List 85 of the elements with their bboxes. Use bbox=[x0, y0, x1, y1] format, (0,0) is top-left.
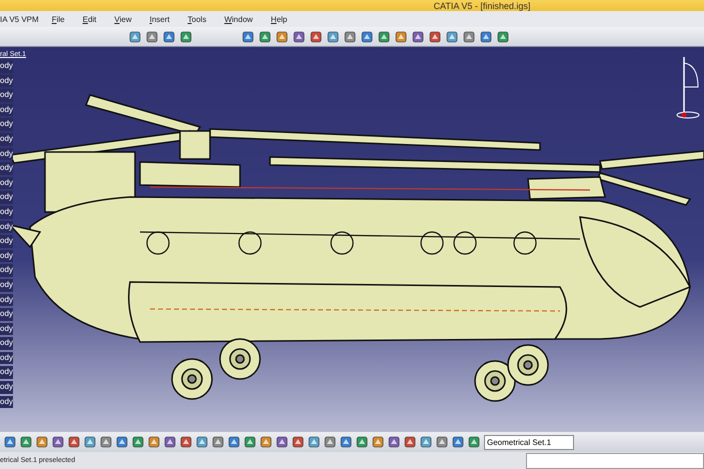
tool-icon[interactable] bbox=[480, 30, 492, 42]
tool-icon[interactable] bbox=[327, 30, 339, 42]
menu-item[interactable]: Help bbox=[262, 14, 296, 24]
tree-node[interactable]: ody bbox=[0, 294, 13, 306]
menu-item[interactable]: Insert bbox=[140, 14, 179, 24]
tree-node[interactable]: ody bbox=[0, 206, 13, 219]
menu-item[interactable]: Tools bbox=[178, 14, 216, 24]
tool-icon[interactable] bbox=[308, 436, 320, 448]
tool-icon[interactable] bbox=[148, 436, 160, 448]
tool-icon[interactable] bbox=[68, 436, 80, 448]
tree-node[interactable]: ody bbox=[0, 278, 13, 292]
tree-node[interactable]: ody bbox=[0, 381, 13, 394]
tree-node[interactable]: ody bbox=[0, 322, 13, 336]
tool-icon[interactable] bbox=[20, 436, 32, 448]
tree-node[interactable]: ody bbox=[0, 264, 13, 277]
tool-icon[interactable] bbox=[4, 436, 16, 448]
tool-icon[interactable] bbox=[260, 436, 272, 448]
tool-icon[interactable] bbox=[84, 436, 96, 448]
tool-icon[interactable] bbox=[163, 30, 175, 42]
tree-node[interactable]: ody bbox=[0, 74, 13, 88]
tree-node[interactable]: ody bbox=[0, 220, 13, 234]
tool-icon[interactable] bbox=[132, 436, 144, 448]
tool-icon[interactable] bbox=[404, 436, 416, 448]
tool-icon[interactable] bbox=[463, 30, 475, 42]
tool-icon[interactable] bbox=[378, 30, 390, 42]
tree-node[interactable]: ody bbox=[0, 352, 13, 364]
menu-item[interactable]: File bbox=[42, 14, 74, 24]
tool-icon[interactable] bbox=[36, 436, 48, 448]
tree-node[interactable]: ody bbox=[0, 162, 13, 175]
tool-icon[interactable] bbox=[146, 30, 158, 42]
window-title: CATIA V5 - [finished.igs] bbox=[432, 0, 530, 10]
tree-node[interactable]: ody bbox=[0, 60, 13, 73]
tool-icon[interactable] bbox=[228, 436, 240, 448]
tool-icon[interactable] bbox=[446, 30, 458, 42]
tool-icon[interactable] bbox=[293, 30, 305, 42]
tool-icon[interactable] bbox=[242, 30, 254, 42]
tool-icon[interactable] bbox=[52, 436, 64, 448]
tool-icon[interactable] bbox=[452, 436, 464, 448]
menu-item[interactable]: Edit bbox=[74, 14, 106, 24]
tree-node[interactable]: ody bbox=[0, 396, 13, 408]
tree-node[interactable]: ody bbox=[0, 148, 13, 160]
tool-icon[interactable] bbox=[395, 30, 407, 42]
tool-icon[interactable] bbox=[436, 436, 448, 448]
tool-icon[interactable] bbox=[497, 30, 509, 42]
tree-node[interactable]: ody bbox=[0, 366, 13, 380]
tool-icon[interactable] bbox=[340, 436, 352, 448]
tool-icon[interactable] bbox=[412, 30, 424, 42]
tool-icon[interactable] bbox=[310, 30, 322, 42]
tool-icon[interactable] bbox=[180, 30, 192, 42]
tool-icon[interactable] bbox=[100, 436, 112, 448]
tree-node[interactable]: ody bbox=[0, 250, 13, 262]
tree-node[interactable]: ody bbox=[0, 337, 13, 350]
tree-node[interactable]: ody bbox=[0, 176, 13, 190]
tool-icon[interactable] bbox=[361, 30, 373, 42]
app-label: IA V5 VPM bbox=[0, 14, 39, 24]
tool-icon[interactable] bbox=[129, 30, 141, 42]
tool-icon[interactable] bbox=[196, 436, 208, 448]
tool-icon[interactable] bbox=[324, 436, 336, 448]
tool-icon[interactable] bbox=[212, 436, 224, 448]
tool-icon[interactable] bbox=[468, 436, 480, 448]
tool-icon[interactable] bbox=[388, 436, 400, 448]
menu-item[interactable]: View bbox=[105, 14, 141, 24]
tool-icon[interactable] bbox=[116, 436, 128, 448]
tool-icon[interactable] bbox=[276, 30, 288, 42]
tree-node[interactable]: ody bbox=[0, 89, 13, 102]
tree-node[interactable]: ody bbox=[0, 118, 13, 131]
tree-node[interactable]: ody bbox=[0, 104, 13, 116]
tool-icon[interactable] bbox=[276, 436, 288, 448]
tool-icon[interactable] bbox=[344, 30, 356, 42]
tool-icon[interactable] bbox=[164, 436, 176, 448]
tree-node[interactable]: ody bbox=[0, 132, 13, 146]
tool-icon[interactable] bbox=[372, 436, 384, 448]
tool-icon[interactable] bbox=[244, 436, 256, 448]
command-field[interactable] bbox=[526, 452, 704, 468]
tool-icon[interactable] bbox=[180, 436, 192, 448]
tree-node[interactable]: ody bbox=[0, 308, 13, 321]
tree-node[interactable]: ody bbox=[0, 235, 13, 248]
set-dropdown[interactable]: Geometrical Set.1 bbox=[484, 434, 574, 450]
tree-node[interactable]: ody bbox=[0, 191, 13, 204]
tool-icon[interactable] bbox=[429, 30, 441, 42]
menu-item[interactable]: Window bbox=[215, 14, 262, 24]
tool-icon[interactable] bbox=[259, 30, 271, 42]
tool-icon[interactable] bbox=[356, 436, 368, 448]
tool-icon[interactable] bbox=[292, 436, 304, 448]
tool-icon[interactable] bbox=[420, 436, 432, 448]
